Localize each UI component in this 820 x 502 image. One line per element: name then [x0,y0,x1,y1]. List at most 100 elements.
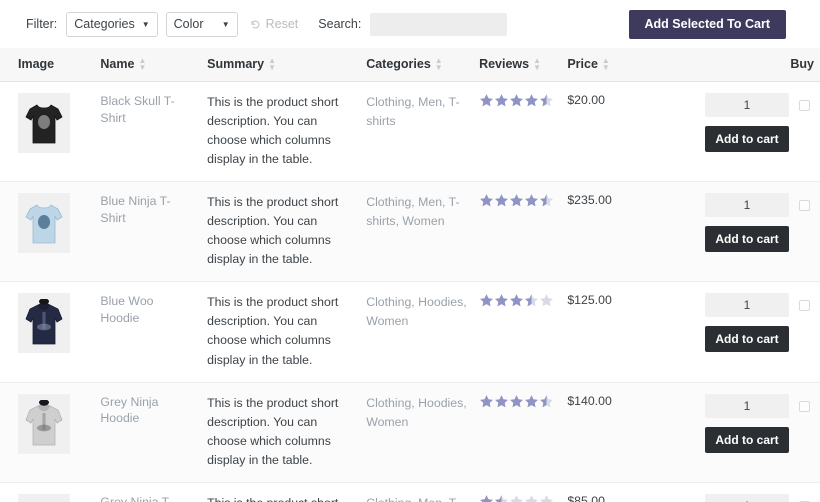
column-header-price[interactable]: Price ▲▼ [561,48,655,82]
star-full-icon [509,394,524,409]
product-thumbnail[interactable] [18,394,70,454]
select-product-checkbox[interactable] [799,100,810,111]
quantity-input[interactable] [705,494,789,502]
column-header-name[interactable]: Name ▲▼ [94,48,201,82]
star-full-icon [479,93,494,108]
column-header-image: Image [0,48,94,82]
star-full-icon [524,93,539,108]
product-thumbnail[interactable] [18,93,70,153]
cell-reviews [473,282,561,382]
table-header-row: Image Name ▲▼ Summary ▲▼ Catego [0,48,820,82]
column-header-categories[interactable]: Categories ▲▼ [360,48,473,82]
column-header-reviews-label: Reviews [479,57,529,71]
quantity-input[interactable] [705,193,789,217]
column-header-categories-label: Categories [366,57,431,71]
star-full-icon [494,93,509,108]
product-name-link[interactable]: Grey Ninja T-Shirt [100,495,172,502]
cell-summary: This is the product short description. Y… [201,282,360,382]
cell-reviews [473,82,561,182]
add-to-cart-button[interactable]: Add to cart [705,126,789,152]
quantity-input[interactable] [705,394,789,418]
star-half-icon [524,293,539,308]
product-price: $235.00 [567,193,611,207]
column-header-summary-label: Summary [207,57,264,71]
cell-summary: This is the product short description. Y… [201,82,360,182]
quantity-input[interactable] [705,293,789,317]
star-half-icon [539,93,554,108]
product-categories[interactable]: Clothing, Men, T-shirts, Women [366,195,459,228]
add-to-cart-button[interactable]: Add to cart [705,226,789,252]
product-table-page: Filter: Categories ▼ Color ▼ Reset Searc… [0,0,820,502]
cell-reviews [473,482,561,502]
product-price: $140.00 [567,394,611,408]
sort-icon[interactable]: ▲▼ [435,57,443,71]
select-product-checkbox[interactable] [799,300,810,311]
star-empty-icon [509,494,524,502]
add-to-cart-button[interactable]: Add to cart [705,427,789,453]
star-rating [479,494,554,502]
product-summary: This is the product short description. Y… [207,295,338,366]
product-summary: This is the product short description. Y… [207,496,338,502]
sort-icon[interactable]: ▲▼ [138,57,146,71]
table-row: Black Skull T-Shirt This is the product … [0,82,820,182]
cell-categories: Clothing, Men, T-shirts [360,482,473,502]
product-name-link[interactable]: Black Skull T-Shirt [100,94,174,125]
product-name-link[interactable]: Blue Woo Hoodie [100,294,153,325]
star-empty-icon [524,494,539,502]
column-header-summary[interactable]: Summary ▲▼ [201,48,360,82]
quantity-input[interactable] [705,93,789,117]
sort-icon[interactable]: ▲▼ [533,57,541,71]
table-row: Grey Ninja Hoodie This is the product sh… [0,382,820,482]
star-half-icon [539,394,554,409]
table-row: Blue Ninja T-Shirt This is the product s… [0,182,820,282]
star-full-icon [524,193,539,208]
sort-icon[interactable]: ▲▼ [602,57,610,71]
cell-image [0,182,94,282]
search-label: Search: [318,17,361,31]
table-body: Black Skull T-Shirt This is the product … [0,82,820,502]
filter-label: Filter: [26,17,57,31]
column-header-name-label: Name [100,57,134,71]
product-thumbnail[interactable] [18,193,70,253]
cell-buy: Add to cart [656,182,820,282]
select-product-checkbox[interactable] [799,401,810,412]
column-header-price-label: Price [567,57,598,71]
cell-price: $85.00 [561,482,655,502]
categories-filter-dropdown[interactable]: Categories ▼ [66,12,157,37]
product-categories[interactable]: Clothing, Hoodies, Women [366,396,466,429]
star-empty-icon [539,494,554,502]
cell-summary: This is the product short description. Y… [201,482,360,502]
categories-filter-label: Categories [74,17,134,31]
cell-buy: Add to cart [656,382,820,482]
add-to-cart-button[interactable]: Add to cart [705,326,789,352]
cell-image [0,382,94,482]
product-thumbnail[interactable] [18,494,70,502]
cell-image [0,282,94,382]
cell-name: Black Skull T-Shirt [94,82,201,182]
product-categories[interactable]: Clothing, Men, T-shirts [366,95,459,128]
color-filter-label: Color [174,17,204,31]
sort-icon[interactable]: ▲▼ [268,57,276,71]
add-selected-to-cart-button[interactable]: Add Selected To Cart [629,10,786,39]
product-categories[interactable]: Clothing, Hoodies, Women [366,295,466,328]
product-name-link[interactable]: Blue Ninja T-Shirt [100,194,170,225]
product-thumbnail[interactable] [18,293,70,353]
cell-categories: Clothing, Hoodies, Women [360,282,473,382]
star-half-icon [539,193,554,208]
cell-buy: Add to cart [656,82,820,182]
cell-reviews [473,182,561,282]
cell-summary: This is the product short description. Y… [201,382,360,482]
cell-name: Blue Woo Hoodie [94,282,201,382]
star-full-icon [509,93,524,108]
cell-image [0,82,94,182]
select-product-checkbox[interactable] [799,200,810,211]
reset-filters-button[interactable]: Reset [250,17,299,31]
star-empty-icon [539,293,554,308]
color-filter-dropdown[interactable]: Color ▼ [166,12,238,37]
product-name-link[interactable]: Grey Ninja Hoodie [100,395,158,426]
search-input[interactable] [370,13,507,36]
product-summary: This is the product short description. Y… [207,195,338,266]
column-header-reviews[interactable]: Reviews ▲▼ [473,48,561,82]
cell-categories: Clothing, Hoodies, Women [360,382,473,482]
product-categories[interactable]: Clothing, Men, T-shirts [366,496,459,502]
